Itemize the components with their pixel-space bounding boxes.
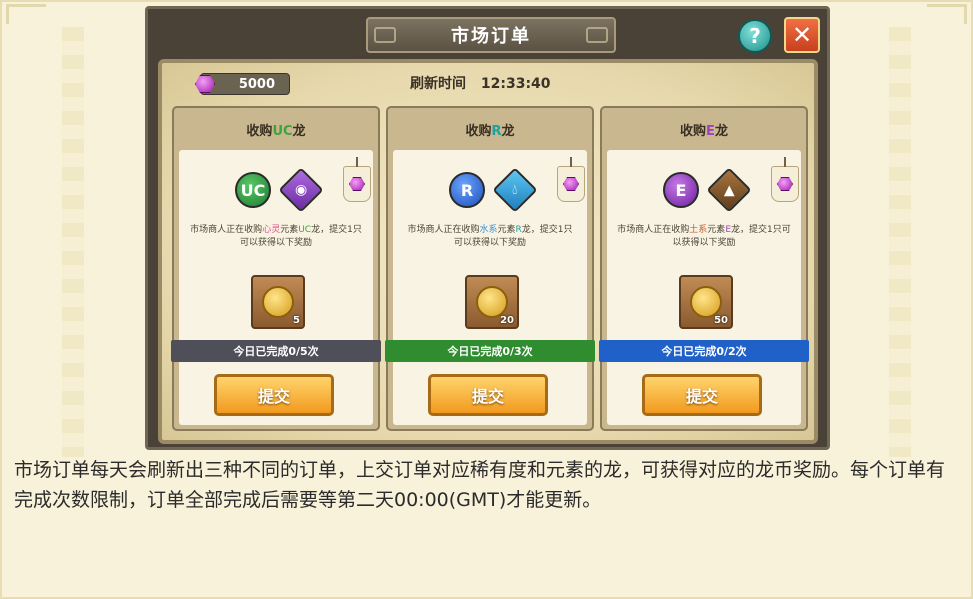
close-icon: ✕ bbox=[791, 21, 813, 49]
desc-element: 心灵 bbox=[262, 225, 281, 235]
submit-label: 提交 bbox=[471, 387, 504, 406]
rarity-label: UC bbox=[240, 180, 266, 200]
desc-rarity: UC bbox=[298, 225, 312, 235]
progress-text: 今日已完成0/3次 bbox=[447, 345, 533, 358]
reward-slot: 20 bbox=[465, 275, 519, 329]
water-drop-icon: 💧︎ bbox=[492, 167, 538, 213]
order-card-body: E ▲ 市场商人正在收购土系元素E龙，提交1只可以获得以下奖励 50 今日已完成… bbox=[599, 150, 809, 425]
dragon-coin-balance: 5000 bbox=[195, 73, 290, 95]
desc-text: 市场商人正在收购 bbox=[190, 225, 263, 235]
requirement-icons: R 💧︎ bbox=[393, 167, 587, 213]
submit-label: 提交 bbox=[257, 387, 290, 406]
title-ornament-icon bbox=[586, 27, 608, 43]
order-card-title: 收购E龙 bbox=[602, 120, 806, 139]
daily-progress-banner: 今日已完成0/2次 bbox=[599, 340, 809, 362]
submit-label: 提交 bbox=[685, 387, 718, 406]
help-button[interactable]: ? bbox=[738, 19, 772, 53]
dragon-coin-icon bbox=[262, 286, 294, 318]
order-description: 市场商人正在收购心灵元素UC龙，提交1只可以获得以下奖励 bbox=[189, 224, 363, 250]
order-card-e: 收购E龙 E ▲ 市场商人正在收购土系元素E龙，提交1只可以获得以下奖励 50 … bbox=[599, 106, 809, 431]
title-suffix: 龙 bbox=[714, 124, 728, 139]
side-ornament bbox=[889, 27, 911, 457]
refresh-timer: 刷新时间 12:33:40 bbox=[410, 73, 551, 93]
close-button[interactable]: ✕ bbox=[784, 17, 820, 53]
title-suffix: 龙 bbox=[292, 124, 306, 139]
rarity-e-icon: E bbox=[663, 172, 699, 208]
requirement-icons: UC ◉ bbox=[179, 167, 373, 213]
rarity-uc-icon: UC bbox=[235, 172, 271, 208]
order-card-r: 收购R龙 R 💧︎ 市场商人正在收购水系元素R龙，提交1只可以获得以下奖励 20… bbox=[385, 106, 595, 431]
help-caption: 市场订单每天会刷新出三种不同的订单，上交订单对应稀有度和元素的龙，可获得对应的龙… bbox=[14, 459, 946, 511]
daily-progress-banner: 今日已完成0/5次 bbox=[171, 340, 381, 362]
title-prefix: 收购 bbox=[246, 124, 273, 139]
title-prefix: 收购 bbox=[680, 124, 707, 139]
window-title: 市场订单 bbox=[366, 17, 616, 53]
desc-text: 元素 bbox=[497, 225, 516, 235]
desc-text: 元素 bbox=[707, 225, 726, 235]
rarity-r-icon: R bbox=[449, 172, 485, 208]
window-title-text: 市场订单 bbox=[451, 26, 531, 47]
submit-button[interactable]: 提交 bbox=[214, 374, 334, 416]
market-order-window: 市场订单 ? ✕ 5000 刷新时间 12:33:40 收购UC龙 UC ◉ 市… bbox=[145, 6, 830, 450]
submit-button[interactable]: 提交 bbox=[642, 374, 762, 416]
title-rarity: R bbox=[491, 124, 502, 139]
refresh-label: 刷新时间 bbox=[410, 76, 466, 92]
desc-text: 市场商人正在收购 bbox=[407, 225, 480, 235]
help-icon: ? bbox=[749, 24, 761, 48]
progress-text: 今日已完成0/5次 bbox=[233, 345, 319, 358]
desc-element: 土系 bbox=[689, 225, 708, 235]
order-card-title: 收购R龙 bbox=[388, 120, 592, 139]
refresh-time: 12:33:40 bbox=[480, 76, 551, 92]
dragon-coin-icon bbox=[690, 286, 722, 318]
desc-text: 元素 bbox=[280, 225, 299, 235]
reward-quantity: 5 bbox=[293, 315, 300, 326]
desc-element: 水系 bbox=[479, 225, 498, 235]
rarity-label: E bbox=[675, 180, 687, 200]
reward-slot: 5 bbox=[251, 275, 305, 329]
mountain-icon: ▲ bbox=[706, 167, 752, 213]
order-card-body: R 💧︎ 市场商人正在收购水系元素R龙，提交1只可以获得以下奖励 20 今日已完… bbox=[385, 150, 595, 425]
corner-ornament bbox=[6, 4, 46, 24]
title-rarity: E bbox=[706, 124, 715, 139]
daily-progress-banner: 今日已完成0/3次 bbox=[385, 340, 595, 362]
progress-text: 今日已完成0/2次 bbox=[661, 345, 747, 358]
requirement-icons: E ▲ bbox=[607, 167, 801, 213]
reward-slot: 50 bbox=[679, 275, 733, 329]
title-ornament-icon bbox=[374, 27, 396, 43]
reward-quantity: 50 bbox=[714, 315, 728, 326]
order-card-uc: 收购UC龙 UC ◉ 市场商人正在收购心灵元素UC龙，提交1只可以获得以下奖励 … bbox=[171, 106, 381, 431]
reward-quantity: 20 bbox=[500, 315, 514, 326]
currency-amount: 5000 bbox=[238, 76, 275, 92]
corner-ornament bbox=[927, 4, 967, 24]
title-suffix: 龙 bbox=[501, 124, 515, 139]
side-ornament bbox=[62, 27, 84, 457]
mind-eye-icon: ◉ bbox=[278, 167, 324, 213]
order-card-title: 收购UC龙 bbox=[174, 120, 378, 139]
order-card-body: UC ◉ 市场商人正在收购心灵元素UC龙，提交1只可以获得以下奖励 5 今日已完… bbox=[171, 150, 381, 425]
order-description: 市场商人正在收购水系元素R龙，提交1只可以获得以下奖励 bbox=[403, 224, 577, 250]
title-rarity: UC bbox=[272, 124, 293, 139]
order-description: 市场商人正在收购土系元素E龙，提交1只可以获得以下奖励 bbox=[617, 224, 791, 250]
desc-text: 市场商人正在收购 bbox=[617, 225, 690, 235]
dragon-coin-icon bbox=[476, 286, 508, 318]
title-prefix: 收购 bbox=[465, 124, 492, 139]
submit-button[interactable]: 提交 bbox=[428, 374, 548, 416]
rarity-label: R bbox=[460, 180, 474, 200]
